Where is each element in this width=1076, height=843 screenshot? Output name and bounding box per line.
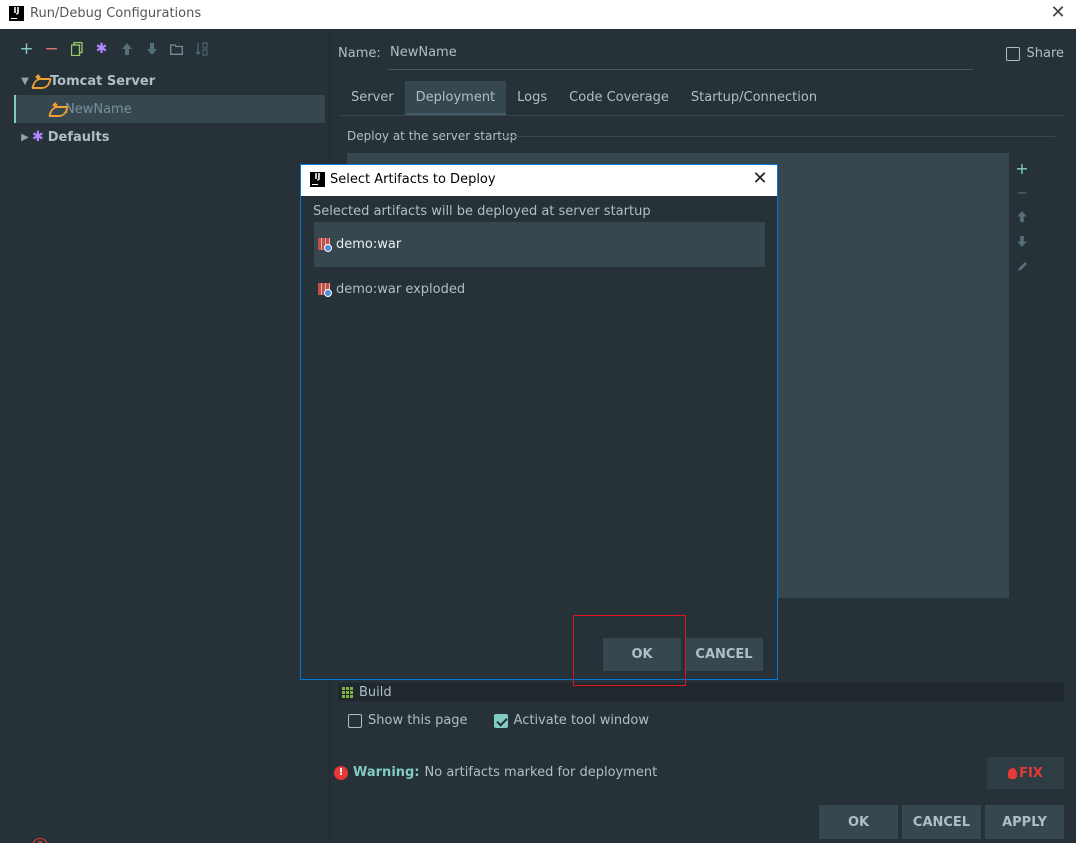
gear-icon[interactable]: ✱: [89, 39, 114, 59]
tree-item-label: Defaults: [47, 129, 110, 145]
artifact-label: demo:war exploded: [336, 282, 466, 297]
warning-label: Warning:: [353, 765, 420, 780]
before-launch-options: Show this page Activate tool window: [348, 713, 649, 728]
window-titlebar: IJ Run/Debug Configurations ✕: [0, 0, 1076, 29]
apply-button[interactable]: APPLY: [985, 805, 1064, 839]
tabs-divider: [340, 115, 1065, 116]
sort-icon[interactable]: [189, 39, 214, 59]
chevron-down-icon[interactable]: ▼: [18, 76, 32, 87]
configurations-panel: + − ✱ ▼ Tomcat Server NewName ▶ ✱ Defaul…: [0, 29, 330, 843]
arrow-down-icon[interactable]: [1014, 231, 1030, 256]
warning-message: ! Warning: No artifacts marked for deplo…: [334, 765, 657, 780]
deploy-section-label: Deploy at the server startup: [347, 129, 518, 143]
ok-button[interactable]: OK: [819, 805, 898, 839]
before-launch-build-item[interactable]: Build: [338, 683, 1064, 701]
arrow-up-icon[interactable]: [114, 39, 139, 59]
tomcat-icon: [49, 102, 65, 116]
share-option[interactable]: Share: [1006, 46, 1064, 61]
add-icon[interactable]: +: [14, 39, 39, 59]
tab-logs[interactable]: Logs: [506, 81, 558, 115]
name-field[interactable]: NewName: [388, 42, 973, 70]
tree-item-label: NewName: [65, 101, 132, 117]
fix-label: FIX: [1019, 765, 1043, 781]
fix-button[interactable]: FIX: [987, 757, 1064, 789]
share-checkbox[interactable]: [1006, 46, 1021, 61]
logo-text: IJ: [13, 6, 20, 15]
show-page-checkbox[interactable]: [348, 713, 362, 728]
folder-icon[interactable]: [164, 39, 189, 59]
config-toolbar: + − ✱: [14, 39, 214, 59]
select-artifacts-dialog: IJ Select Artifacts to Deploy ✕ Selected…: [300, 164, 778, 680]
artifact-item[interactable]: demo:war: [314, 222, 765, 267]
highlight-box: [573, 615, 686, 686]
tree-item-label: Tomcat Server: [50, 73, 156, 89]
war-artifact-icon: [318, 237, 332, 252]
help-icon[interactable]: ?: [32, 838, 48, 843]
build-label: Build: [359, 684, 392, 700]
deployment-tools: + −: [1014, 156, 1030, 281]
dialog-titlebar: IJ Select Artifacts to Deploy ✕: [301, 165, 777, 196]
tree-item-newname[interactable]: NewName: [14, 95, 325, 123]
config-tabs: Server Deployment Logs Code Coverage Sta…: [340, 81, 828, 115]
cancel-button[interactable]: CANCEL: [902, 805, 981, 839]
dialog-close-icon[interactable]: ✕: [750, 169, 770, 189]
warning-icon: !: [334, 765, 348, 780]
window-close-icon[interactable]: ✕: [1048, 3, 1068, 23]
section-divider: [500, 136, 1055, 137]
tree-item-defaults[interactable]: ▶ ✱ Defaults: [0, 123, 330, 151]
dialog-cancel-button[interactable]: CANCEL: [685, 638, 763, 671]
tab-code-coverage[interactable]: Code Coverage: [558, 81, 680, 115]
remove-icon[interactable]: −: [39, 39, 64, 59]
show-page-label: Show this page: [368, 713, 468, 728]
lightbulb-icon: [1008, 767, 1018, 779]
chevron-right-icon[interactable]: ▶: [18, 132, 32, 143]
tab-server[interactable]: Server: [340, 81, 405, 115]
copy-icon[interactable]: [64, 39, 89, 59]
build-icon: [342, 686, 353, 698]
warning-text: No artifacts marked for deployment: [424, 765, 658, 780]
intellij-logo-icon: IJ: [9, 6, 24, 21]
intellij-logo-icon: IJ: [310, 172, 325, 187]
activate-tool-window-label: Activate tool window: [513, 713, 650, 728]
dialog-title: Select Artifacts to Deploy: [330, 172, 496, 187]
war-artifact-icon: [318, 282, 332, 297]
artifact-list: demo:war demo:war exploded: [314, 222, 765, 615]
logo-text: IJ: [314, 172, 321, 181]
arrow-down-icon[interactable]: [139, 39, 164, 59]
config-tree: ▼ Tomcat Server NewName ▶ ✱ Defaults: [0, 67, 330, 151]
artifact-label: demo:war: [336, 237, 402, 252]
tomcat-icon: [32, 74, 48, 88]
share-label: Share: [1026, 46, 1064, 61]
add-icon[interactable]: +: [1014, 156, 1030, 181]
name-label: Name:: [338, 46, 381, 61]
tab-startup-connection[interactable]: Startup/Connection: [680, 81, 828, 115]
tree-item-tomcat-server[interactable]: ▼ Tomcat Server: [0, 67, 330, 95]
activate-tool-window-checkbox[interactable]: [493, 713, 508, 728]
dialog-buttons: OK CANCEL APPLY: [819, 805, 1064, 839]
gear-icon: ✱: [32, 129, 44, 145]
tab-deployment[interactable]: Deployment: [404, 81, 507, 115]
remove-icon[interactable]: −: [1014, 181, 1030, 206]
edit-icon[interactable]: [1014, 256, 1030, 281]
arrow-up-icon[interactable]: [1014, 206, 1030, 231]
dialog-subtitle: Selected artifacts will be deployed at s…: [313, 204, 651, 219]
artifact-item[interactable]: demo:war exploded: [314, 267, 765, 312]
window-title: Run/Debug Configurations: [30, 6, 202, 21]
